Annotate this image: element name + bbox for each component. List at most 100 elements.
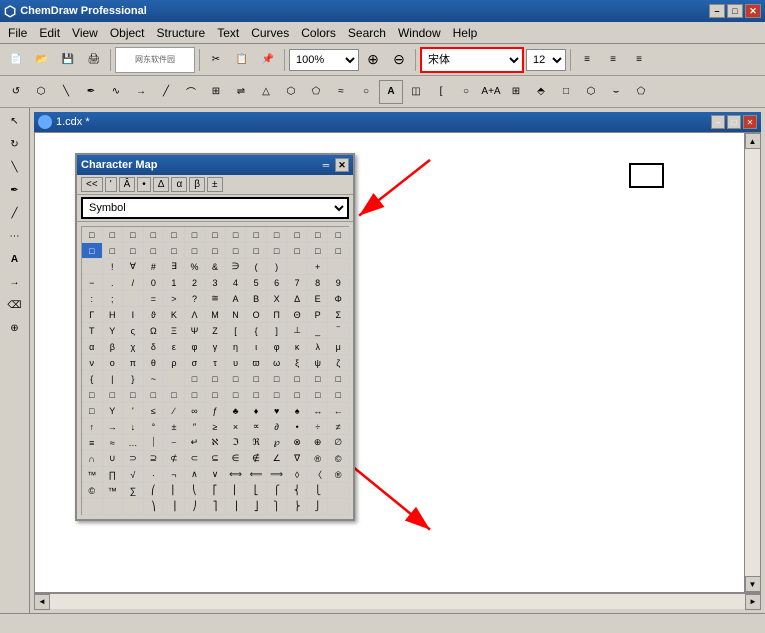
char-cell[interactable]: □	[287, 227, 308, 243]
char-cell[interactable]: ⎢	[226, 483, 247, 499]
bracket-l-tool[interactable]: [	[429, 80, 453, 104]
char-cell[interactable]: □	[103, 243, 124, 259]
char-btn-alpha[interactable]: α	[171, 177, 187, 192]
char-cell[interactable]: ⎦	[246, 499, 267, 515]
char-cell[interactable]: °	[144, 419, 165, 435]
plus-tool[interactable]: A+A	[479, 80, 503, 104]
char-cell[interactable]: □	[308, 227, 329, 243]
char-cell[interactable]: ⎣	[246, 483, 267, 499]
char-cell[interactable]: √	[123, 467, 144, 483]
char-cell[interactable]: λ	[308, 339, 329, 355]
char-cell[interactable]: %	[185, 259, 206, 275]
char-cell[interactable]: (	[246, 259, 267, 275]
marquee-tool[interactable]: ◫	[404, 80, 428, 104]
char-cell[interactable]: ♠	[287, 403, 308, 419]
hex-ring-tool[interactable]: ⬡	[579, 80, 603, 104]
char-cell[interactable]: ρ	[164, 355, 185, 371]
flask-tool[interactable]: ⬘	[529, 80, 553, 104]
char-cell[interactable]: 5	[246, 275, 267, 291]
char-cell[interactable]: α	[82, 339, 103, 355]
char-cell[interactable]: χ	[123, 339, 144, 355]
char-cell[interactable]: ]	[267, 323, 288, 339]
char-cell[interactable]: ς	[123, 323, 144, 339]
char-cell[interactable]: σ	[185, 355, 206, 371]
doc-minimize-btn[interactable]: –	[711, 115, 725, 129]
char-cell[interactable]: Ι	[123, 307, 144, 323]
char-cell[interactable]: Π	[267, 307, 288, 323]
char-cell[interactable]: ℵ	[205, 435, 226, 451]
reaction-tool[interactable]: ⇌	[229, 80, 253, 104]
char-cell[interactable]: Α	[226, 291, 247, 307]
char-cell[interactable]: Θ	[287, 307, 308, 323]
char-cell[interactable]: γ	[205, 339, 226, 355]
char-cell[interactable]: ε	[164, 339, 185, 355]
char-cell[interactable]: ⏐	[144, 435, 165, 451]
char-cell[interactable]: {	[82, 371, 103, 387]
char-map-pin[interactable]: ═	[319, 158, 333, 172]
char-cell[interactable]: ∉	[246, 451, 267, 467]
char-cell[interactable]: ·	[144, 467, 165, 483]
char-cell[interactable]: {	[246, 323, 267, 339]
arrow-tool[interactable]: →	[129, 80, 153, 104]
char-cell[interactable]: □	[82, 403, 103, 419]
char-cell[interactable]: Η	[103, 307, 124, 323]
char-cell[interactable]: Υ	[103, 323, 124, 339]
char-cell[interactable]: ≡	[82, 435, 103, 451]
char-cell[interactable]: ™	[103, 483, 124, 499]
char-cell[interactable]: φ	[185, 339, 206, 355]
char-btn-beta[interactable]: β	[189, 177, 205, 192]
char-cell[interactable]: ⊇	[144, 451, 165, 467]
char-cell[interactable]: □	[185, 243, 206, 259]
menu-object[interactable]: Object	[104, 24, 151, 42]
char-cell[interactable]: ⎜	[164, 483, 185, 499]
char-cell[interactable]: ∠	[267, 451, 288, 467]
tool-pen[interactable]: ╲	[4, 156, 26, 178]
doc-close-btn[interactable]: ✕	[743, 115, 757, 129]
tool-rotate[interactable]: ↻	[4, 133, 26, 155]
char-cell[interactable]: □	[144, 227, 165, 243]
menu-edit[interactable]: Edit	[33, 24, 66, 42]
bond-tool[interactable]: ╱	[154, 80, 178, 104]
char-map-font-select[interactable]: Symbol	[81, 197, 349, 219]
char-cell[interactable]: ϑ	[144, 307, 165, 323]
char-cell[interactable]: □	[164, 243, 185, 259]
char-cell[interactable]: κ	[287, 339, 308, 355]
char-cell[interactable]: Ε	[308, 291, 329, 307]
tool-bond[interactable]: ╱	[4, 202, 26, 224]
select-tool[interactable]: ↺	[4, 80, 28, 104]
menu-window[interactable]: Window	[392, 24, 447, 42]
menu-colors[interactable]: Colors	[295, 24, 342, 42]
tool-zoom[interactable]: ⊕	[4, 317, 26, 339]
char-cell[interactable]: Γ	[82, 307, 103, 323]
char-cell[interactable]: □	[103, 227, 124, 243]
char-cell[interactable]: □	[205, 227, 226, 243]
char-cell[interactable]: π	[123, 355, 144, 371]
save-button[interactable]: 💾	[56, 48, 80, 72]
char-cell[interactable]: Ζ	[205, 323, 226, 339]
char-map-close[interactable]: ✕	[335, 158, 349, 172]
char-cell[interactable]	[123, 291, 144, 307]
scrollbar-horizontal[interactable]: ◄ ►	[34, 593, 761, 609]
scroll-left-btn[interactable]: ◄	[34, 594, 50, 610]
char-cell[interactable]: =	[144, 291, 165, 307]
open-button[interactable]: 📂	[30, 48, 54, 72]
char-cell[interactable]: □	[246, 227, 267, 243]
print-button[interactable]: 🖨	[82, 48, 106, 72]
char-cell[interactable]: □	[144, 387, 165, 403]
char-cell[interactable]: υ	[226, 355, 247, 371]
char-cell[interactable]: ≤	[144, 403, 165, 419]
char-cell[interactable]: ∀	[123, 259, 144, 275]
menu-file[interactable]: File	[2, 24, 33, 42]
char-cell[interactable]: □	[82, 227, 103, 243]
char-cell[interactable]: +	[308, 259, 329, 275]
text-tool[interactable]: A	[379, 80, 403, 104]
char-cell[interactable]: ‾	[328, 323, 349, 339]
circle-tool[interactable]: ○	[454, 80, 478, 104]
scrollbar-vertical[interactable]: ▲ ▼	[744, 133, 760, 592]
char-cell[interactable]: 6	[267, 275, 288, 291]
char-cell[interactable]: □	[82, 387, 103, 403]
char-cell[interactable]: Ρ	[308, 307, 329, 323]
char-cell[interactable]: ⎩	[308, 483, 329, 499]
char-cell[interactable]: ∈	[226, 451, 247, 467]
rect-tool[interactable]: □	[554, 80, 578, 104]
